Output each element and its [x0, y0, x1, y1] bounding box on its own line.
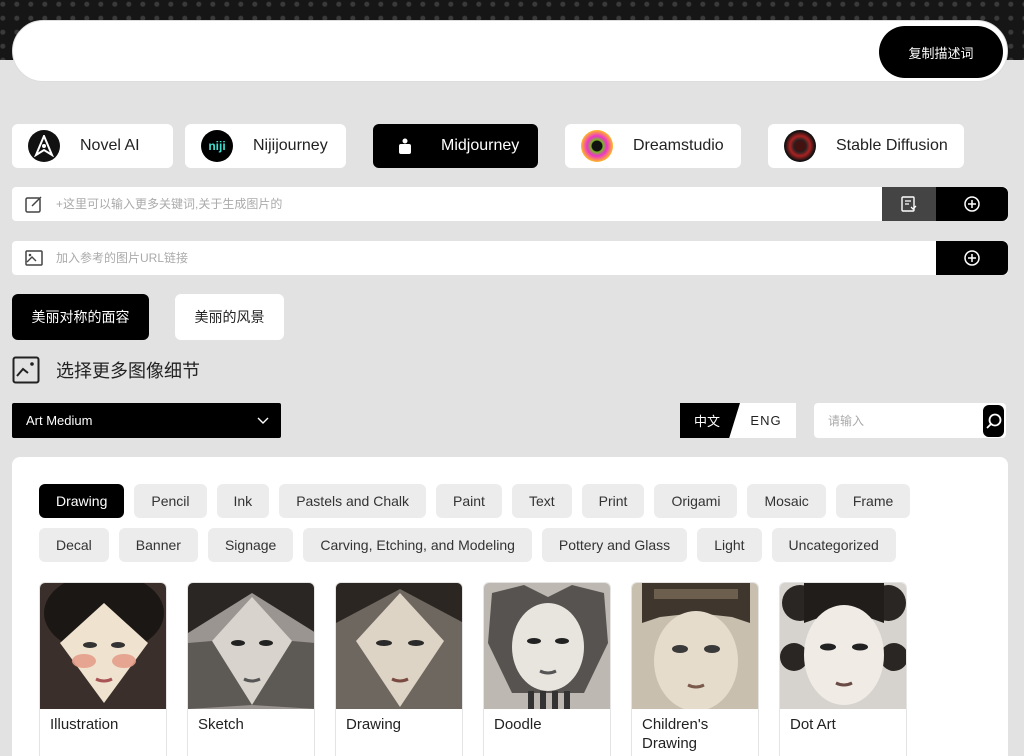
preset-landscape[interactable]: 美丽的风景	[175, 294, 284, 340]
card-thumbnail	[188, 583, 314, 709]
style-card[interactable]: Doodle	[483, 582, 611, 756]
chip-list: Drawing Pencil Ink Pastels and Chalk Paint Te…	[39, 484, 939, 572]
chevron-down-icon	[257, 417, 269, 424]
chip-ink[interactable]: Ink	[216, 484, 270, 518]
chip-print[interactable]: Print	[581, 484, 645, 518]
chip-paint[interactable]: Paint	[436, 484, 502, 518]
card-thumbnail	[40, 583, 166, 709]
picture-icon	[12, 356, 40, 384]
plus-circle-icon	[964, 250, 980, 266]
chip-pencil[interactable]: Pencil	[134, 484, 207, 518]
edit-icon	[12, 194, 56, 214]
style-card[interactable]: Children's Drawing	[631, 582, 759, 756]
chip-row: Drawing Pencil Ink Pastels and Chalk Paint Te…	[39, 484, 939, 518]
chip-uncategorized[interactable]: Uncategorized	[771, 528, 896, 562]
style-card-list: Illustration Sketch Drawing Doodle Child…	[39, 582, 907, 756]
tab-midjourney[interactable]: Midjourney	[373, 124, 538, 168]
style-card[interactable]: Dot Art	[779, 582, 907, 756]
book-icon	[901, 196, 917, 212]
tab-label: Stable Diffusion	[836, 137, 948, 154]
card-caption: Sketch	[198, 716, 244, 733]
image-url-input-row	[12, 241, 1008, 275]
tab-nijijourney[interactable]: niji Nijijourney	[185, 124, 346, 168]
search-box	[814, 403, 1006, 438]
search-button[interactable]	[983, 404, 1004, 437]
midjourney-logo-icon	[389, 130, 421, 162]
chip-pastels-and-chalk[interactable]: Pastels and Chalk	[279, 484, 427, 518]
card-caption: Drawing	[346, 716, 402, 733]
tab-label: Midjourney	[441, 137, 520, 154]
chip-text[interactable]: Text	[511, 484, 572, 518]
style-card[interactable]: Illustration	[39, 582, 167, 756]
chip-light[interactable]: Light	[697, 528, 762, 562]
chip-row: Decal Banner Signage Carving, Etching, and …	[39, 528, 939, 562]
niji-logo-icon: niji	[201, 130, 233, 162]
preset-symmetric-face[interactable]: 美丽对称的面容	[12, 294, 149, 340]
add-keyword-button[interactable]	[936, 187, 1008, 221]
chip-banner[interactable]: Banner	[118, 528, 198, 562]
card-thumbnail	[336, 583, 462, 709]
search-input[interactable]	[814, 413, 983, 428]
style-card[interactable]: Drawing	[335, 582, 463, 756]
chip-origami[interactable]: Origami	[654, 484, 738, 518]
tab-stable-diffusion[interactable]: Stable Diffusion	[768, 124, 964, 168]
keyword-input[interactable]	[56, 187, 882, 221]
tab-novel-ai[interactable]: Novel AI	[12, 124, 173, 168]
prompt-output-box[interactable]: 复制描述词	[12, 20, 1008, 82]
card-caption: Doodle	[494, 716, 542, 733]
style-card[interactable]: Sketch	[187, 582, 315, 756]
chip-carving-etching-and-modeling[interactable]: Carving, Etching, and Modeling	[303, 528, 532, 562]
category-select[interactable]: Art Medium	[12, 403, 281, 438]
keyword-library-button[interactable]	[882, 187, 936, 221]
details-title-text: 选择更多图像细节	[56, 361, 200, 381]
tab-label: Dreamstudio	[633, 137, 724, 154]
novel-ai-logo-icon	[28, 130, 60, 162]
stable-diffusion-logo-icon	[784, 130, 816, 162]
style-panel: Drawing Pencil Ink Pastels and Chalk Paint Te…	[12, 457, 1008, 756]
language-toggle: 中文 ENG	[680, 403, 796, 438]
image-icon	[12, 249, 56, 267]
chip-decal[interactable]: Decal	[39, 528, 109, 562]
copy-prompt-button[interactable]: 复制描述词	[879, 26, 1003, 78]
card-thumbnail	[484, 583, 610, 709]
tab-dreamstudio[interactable]: Dreamstudio	[565, 124, 741, 168]
chip-drawing[interactable]: Drawing	[39, 484, 125, 518]
tab-label: Novel AI	[80, 137, 140, 154]
card-caption: Children's Drawing	[642, 716, 709, 752]
add-image-url-button[interactable]	[936, 241, 1008, 275]
category-select-value: Art Medium	[26, 413, 93, 428]
card-caption: Illustration	[50, 716, 119, 733]
card-thumbnail	[632, 583, 758, 709]
plus-circle-icon	[964, 196, 980, 212]
search-icon	[985, 413, 1001, 429]
chip-mosaic[interactable]: Mosaic	[747, 484, 826, 518]
chip-pottery-and-glass[interactable]: Pottery and Glass	[541, 528, 688, 562]
image-url-input[interactable]	[56, 241, 936, 275]
details-section-title: 选择更多图像细节	[12, 356, 200, 384]
card-thumbnail	[780, 583, 906, 709]
dreamstudio-logo-icon	[581, 130, 613, 162]
tab-label: Nijijourney	[253, 137, 328, 154]
card-caption: Dot Art	[790, 716, 836, 733]
chip-signage[interactable]: Signage	[207, 528, 294, 562]
chip-frame[interactable]: Frame	[835, 484, 911, 518]
keyword-input-row	[12, 187, 1008, 221]
